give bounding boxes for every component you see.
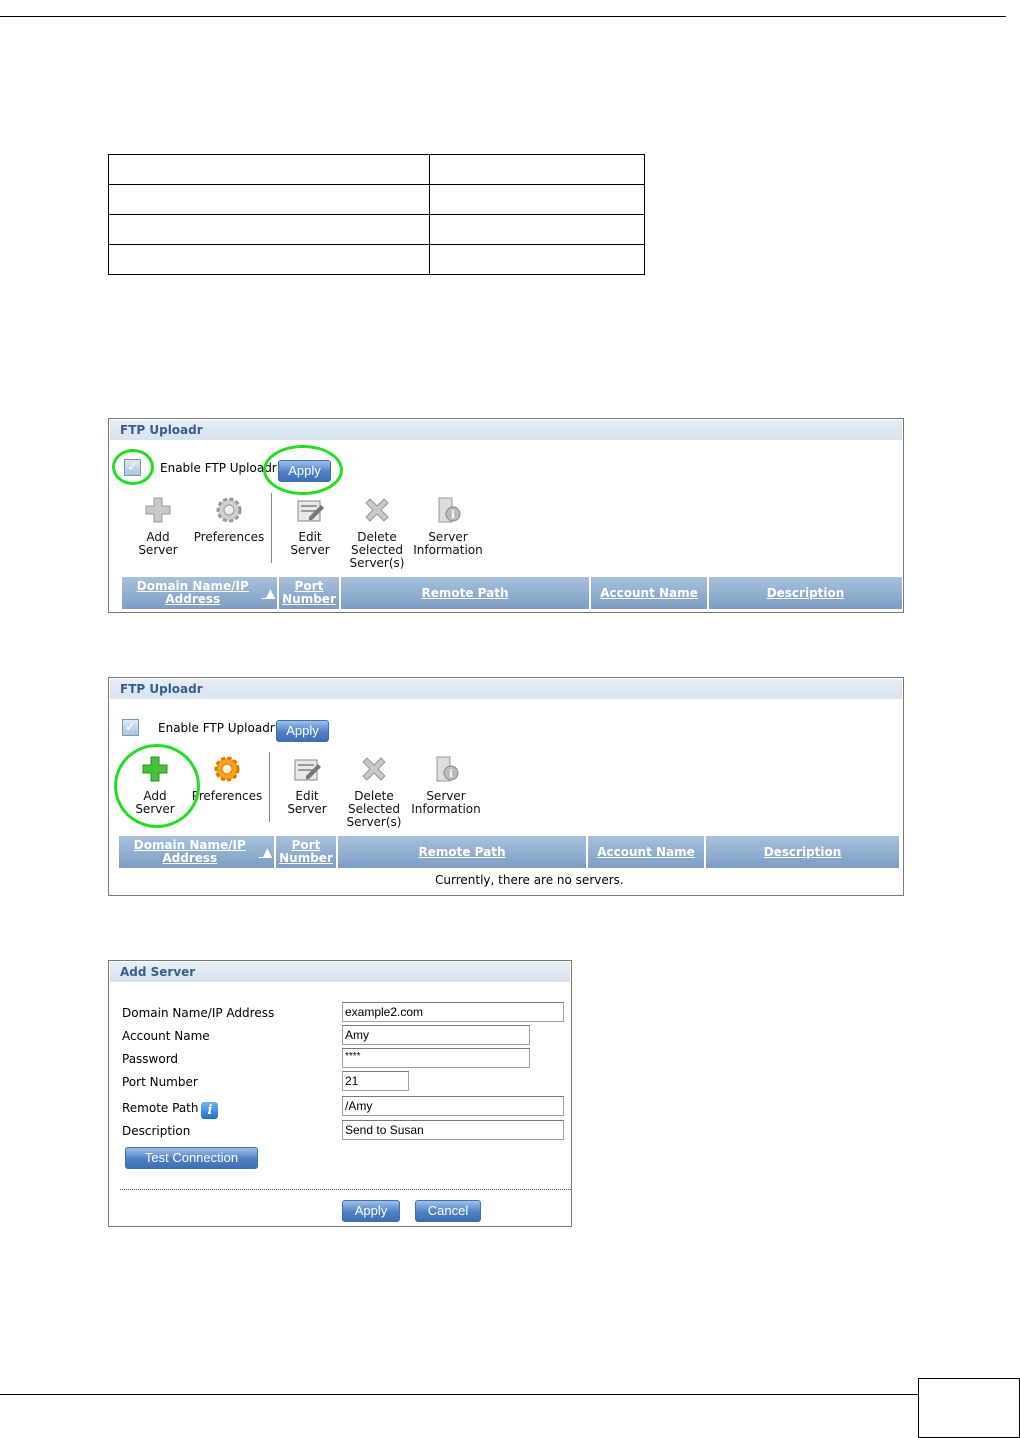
- empty-table: [108, 154, 645, 275]
- ftp-uploadr-panel-2: FTP Uploadr ✓ Enable FTP Uploadr Apply A…: [108, 677, 904, 896]
- header-rule: [0, 16, 1006, 17]
- panel-title: FTP Uploadr: [110, 420, 902, 441]
- edit-icon: [294, 759, 321, 781]
- empty-table-message: Currently, there are no servers.: [435, 873, 624, 887]
- svg-text:i: i: [449, 769, 453, 780]
- col-description[interactable]: Description: [709, 577, 902, 609]
- enable-ftp-checkbox[interactable]: ✓: [122, 719, 139, 736]
- server-info-icon: i: [438, 497, 461, 523]
- svg-text:i: i: [451, 510, 455, 521]
- server-information-button[interactable]: i Server Information: [406, 754, 486, 816]
- info-icon[interactable]: i: [201, 1102, 219, 1119]
- plus-icon: [145, 497, 171, 523]
- delete-selected-button[interactable]: Delete Selected Server(s): [337, 495, 417, 570]
- gear-icon: [214, 756, 240, 782]
- footer-rule: [0, 1394, 918, 1395]
- dialog-title: Add Server: [110, 962, 570, 983]
- col-remote-path[interactable]: Remote Path: [341, 577, 591, 609]
- col-domain[interactable]: Domain Name/IP Address ▲: [119, 836, 276, 868]
- port-number-input[interactable]: 21: [342, 1071, 409, 1091]
- highlight-ring-checkbox: [112, 449, 154, 485]
- password-input[interactable]: ****: [342, 1048, 530, 1068]
- password-label: Password: [122, 1052, 179, 1066]
- gear-icon: [216, 497, 242, 523]
- page-number-box: [918, 1378, 1020, 1438]
- dialog-divider: [120, 1189, 571, 1190]
- server-information-button[interactable]: i Server Information: [408, 495, 488, 557]
- remote-path-input[interactable]: /Amy: [342, 1096, 564, 1116]
- enable-ftp-label: Enable FTP Uploadr: [158, 721, 275, 735]
- col-domain[interactable]: Domain Name/IP Address ▲: [122, 577, 279, 609]
- col-account-name[interactable]: Account Name: [591, 577, 709, 609]
- description-label: Description: [122, 1124, 191, 1138]
- domain-label: Domain Name/IP Address: [122, 1006, 275, 1020]
- enable-ftp-label: Enable FTP Uploadr: [160, 461, 277, 475]
- add-server-dialog: Add Server Domain Name/IP Address exampl…: [108, 960, 572, 1227]
- cancel-button[interactable]: Cancel: [415, 1200, 481, 1222]
- edit-icon: [297, 500, 324, 522]
- col-description[interactable]: Description: [706, 836, 899, 868]
- domain-input[interactable]: example2.com: [342, 1002, 564, 1022]
- col-port[interactable]: Port Number: [279, 577, 341, 609]
- server-info-icon: i: [436, 756, 459, 782]
- col-port[interactable]: Port Number: [276, 836, 338, 868]
- panel-title: FTP Uploadr: [110, 679, 902, 700]
- test-connection-button[interactable]: Test Connection: [125, 1147, 258, 1169]
- highlight-ring-add-server: [114, 744, 200, 828]
- description-input[interactable]: Send to Susan: [342, 1120, 564, 1140]
- server-table-header: Domain Name/IP Address ▲ Port Number Rem…: [122, 577, 902, 609]
- apply-button[interactable]: Apply: [276, 720, 329, 742]
- delete-icon: [362, 757, 386, 781]
- delete-selected-button[interactable]: Delete Selected Server(s): [334, 754, 414, 829]
- account-name-label: Account Name: [122, 1029, 210, 1043]
- col-remote-path[interactable]: Remote Path: [338, 836, 588, 868]
- delete-icon: [365, 498, 389, 522]
- account-name-input[interactable]: Amy: [342, 1025, 530, 1045]
- ftp-uploadr-panel-1: FTP Uploadr ✓ Enable FTP Uploadr Apply A…: [108, 418, 904, 613]
- add-server-button[interactable]: Add Server: [118, 495, 198, 557]
- apply-button[interactable]: Apply: [342, 1200, 400, 1222]
- preferences-button[interactable]: Preferences: [189, 495, 269, 544]
- remote-path-label: Remote Path i: [122, 1101, 219, 1119]
- col-account-name[interactable]: Account Name: [588, 836, 706, 868]
- highlight-ring-apply: [263, 445, 343, 495]
- server-table-header: Domain Name/IP Address ▲ Port Number Rem…: [119, 836, 899, 868]
- port-number-label: Port Number: [122, 1075, 198, 1089]
